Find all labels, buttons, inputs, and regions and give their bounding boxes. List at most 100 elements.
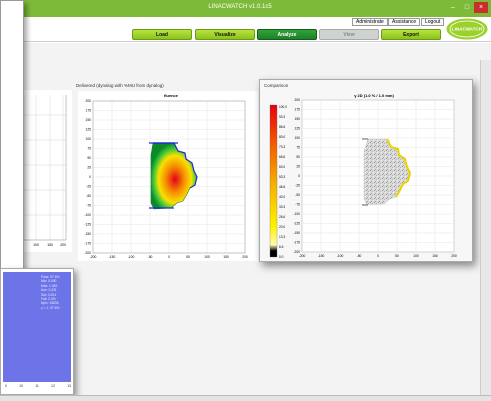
colorbar-label: 33.3 <box>279 205 285 209</box>
y-tick-label: 100 <box>294 136 300 140</box>
colorbar-label: 40.0 <box>279 195 285 199</box>
delivered-fluence-plot: fluence 200 175 150 125 100 75 50 25 0 -25 -50 -75 -… <box>84 93 248 259</box>
y-tick-label: 100 <box>85 137 91 141</box>
colorbar-label: 80.0 <box>279 135 285 139</box>
colorbar-label: 46.6 <box>279 185 285 189</box>
y-tick-label: -75 <box>86 204 91 208</box>
x-tick-label: 200 <box>242 255 248 259</box>
delivered-plot-title: fluence <box>164 93 179 98</box>
x-tick-label: -150 <box>109 255 116 259</box>
y-tick-label: 50 <box>296 155 300 159</box>
y-tick-label: -100 <box>293 212 300 216</box>
vertical-scrollbar[interactable] <box>480 60 491 401</box>
colorbar-label: 0.0 <box>279 255 284 259</box>
hist-x-tick: 12 <box>51 384 55 388</box>
x-tick-label: -100 <box>128 255 135 259</box>
x-tick-label: 150 <box>223 255 229 259</box>
visualize-button[interactable]: Visualize <box>195 29 255 40</box>
y-tick-label: -150 <box>84 232 91 236</box>
delivered-caption: Delivered (dynalog with %MU from dynalog… <box>76 83 164 88</box>
x-tick-label: -50 <box>357 254 362 258</box>
y-tick-label: 75 <box>87 147 91 151</box>
close-button[interactable]: × <box>474 2 488 13</box>
x-tick-label: 0 <box>377 254 379 258</box>
y-tick-label: 175 <box>85 109 91 113</box>
x-tick-label: -100 <box>337 254 344 258</box>
logo-text: LINACWATCH <box>452 27 482 32</box>
histogram-window[interactable]: Pass: 97.6% Min: 0.000 Max: 1.352 Ave: 0… <box>0 268 74 395</box>
y-tick-label: 200 <box>85 99 91 103</box>
y-tick-label: 75 <box>296 146 300 150</box>
hist-x-tick: 10 <box>19 384 24 388</box>
fluence-map <box>150 142 198 210</box>
y-tick-label: 200 <box>294 98 300 102</box>
colorbar <box>269 104 278 258</box>
administrate-link[interactable]: Administrate <box>352 18 388 26</box>
assistance-link[interactable]: Assistance <box>388 18 421 26</box>
stats-box: Pass: 97.6% Min: 0.000 Max: 1.352 Ave: 0… <box>41 275 69 310</box>
load-button[interactable]: Load <box>132 29 192 40</box>
y-tick-label: 125 <box>294 127 300 131</box>
y-tick-label: -75 <box>295 203 300 207</box>
x-tick-label: 100 <box>204 255 210 259</box>
colorbar-label: 6.6 <box>279 245 284 249</box>
colorbar-label: 60.0 <box>279 165 285 169</box>
maximize-button[interactable]: □ <box>460 2 474 13</box>
delivered-panel: fluence 200 175 150 125 100 75 50 25 0 -25 -50 -75 -… <box>78 91 258 261</box>
x-tick-label: 150 <box>432 254 438 258</box>
y-tick-label: -125 <box>84 223 91 227</box>
y-tick-label: -175 <box>84 242 91 246</box>
comparison-window[interactable]: Comparison 100.0 93.3 86.6 80.0 73.3 66.6 60.0… <box>259 79 473 262</box>
x-tick-label: -150 <box>318 254 325 258</box>
comparison-caption: Comparison <box>264 83 289 88</box>
window-title: LINACWATCH v1.0.1c5 <box>208 4 272 10</box>
colorbar-label: 100.0 <box>279 105 287 109</box>
comparison-plot-title: γ 2D (1.0 % / 1.0 mm) <box>354 93 394 98</box>
hist-x-tick: 0 <box>5 384 7 388</box>
x-tick-label: 200 <box>451 254 457 258</box>
x-tick-label: 0 <box>168 255 170 259</box>
y-tick-label: 0 <box>298 174 300 178</box>
y-tick-label: 25 <box>296 165 300 169</box>
y-tick-label: 50 <box>87 156 91 160</box>
y-tick-label: 150 <box>85 118 91 122</box>
x-tick-label: -200 <box>299 254 306 258</box>
x-tick-label: 100 <box>413 254 419 258</box>
colorbar-label: 26.6 <box>279 215 285 219</box>
logout-link[interactable]: Logout <box>421 18 445 26</box>
gamma-plot: 100.0 93.3 86.6 80.0 73.3 66.6 60.0 53.3 46.6 40.… <box>269 93 457 259</box>
left-x-tick: 150 <box>47 243 53 247</box>
colorbar-label: 66.6 <box>279 155 285 159</box>
histogram-x-ticks: 0 10 11 12 13 <box>5 384 71 388</box>
view-button[interactable]: View <box>319 29 379 40</box>
status-bar <box>0 395 491 401</box>
left-x-tick: 200 <box>60 243 66 247</box>
y-tick-label: 150 <box>294 117 300 121</box>
side-window[interactable] <box>0 0 24 295</box>
y-tick-label: 175 <box>294 108 300 112</box>
colorbar-label: 53.3 <box>279 175 285 179</box>
left-x-tick: 100 <box>33 243 39 247</box>
colorbar-label: 86.6 <box>279 125 285 129</box>
histogram-area: Pass: 97.6% Min: 0.000 Max: 1.352 Ave: 0… <box>3 272 71 382</box>
y-tick-label: -50 <box>86 194 91 198</box>
title-bar: LINACWATCH v1.0.1c5 – □ × <box>0 0 491 17</box>
minimize-button[interactable]: – <box>446 2 460 13</box>
y-tick-label: -125 <box>293 222 300 226</box>
x-tick-label: -200 <box>90 255 97 259</box>
hist-x-tick: 13 <box>67 384 71 388</box>
y-tick-label: 125 <box>85 128 91 132</box>
hist-x-tick: 11 <box>35 384 39 388</box>
analyze-button[interactable]: Analyze <box>257 29 317 40</box>
y-tick-label: -25 <box>295 184 300 188</box>
colorbar-label: 20.0 <box>279 225 285 229</box>
y-tick-label: -175 <box>293 241 300 245</box>
y-tick-label: -25 <box>86 185 91 189</box>
stats-line: γ < 1: 97.6% <box>41 305 60 310</box>
x-tick-label: 50 <box>186 255 190 259</box>
x-tick-label: 50 <box>395 254 399 258</box>
x-tick-label: -50 <box>148 255 153 259</box>
export-button[interactable]: Export <box>381 29 441 40</box>
colorbar-label: 73.3 <box>279 145 285 149</box>
colorbar-label: 13.3 <box>279 235 285 239</box>
